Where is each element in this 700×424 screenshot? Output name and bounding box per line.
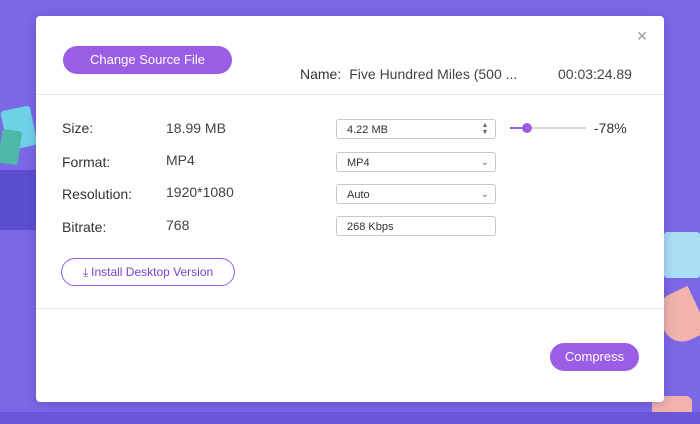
format-target-value: MP4 [347,157,370,169]
compression-slider[interactable] [510,123,586,133]
close-icon[interactable]: × [634,27,650,45]
slider-thumb[interactable] [522,123,532,133]
divider-bottom [36,308,664,309]
resolution-label: Resolution: [62,186,133,202]
bitrate-original-value: 768 [166,217,190,233]
size-stepper[interactable]: 4.22 MB ▲ ▼ [336,119,496,139]
background-block-right [664,232,700,278]
name-label: Name: [300,66,342,82]
size-label: Size: [62,120,94,136]
size-target-value: 4.22 MB [347,124,388,136]
file-decoration [0,128,23,166]
background-floor [0,412,700,424]
compress-button[interactable]: Compress [550,343,639,371]
chevron-down-icon: ⌄ [480,189,489,200]
resolution-original-value: 1920*1080 [166,184,234,200]
bitrate-target-value: 268 Kbps [347,221,394,233]
download-icon: ⤓ [82,265,89,279]
resolution-target-value: Auto [347,189,370,201]
bitrate-label: Bitrate: [62,219,107,235]
file-name-value: Five Hundred Miles (500 ... [349,66,518,82]
stepper-arrows-icon[interactable]: ▲ ▼ [481,122,489,136]
bitrate-field[interactable]: 268 Kbps [336,216,496,236]
format-original-value: MP4 [166,152,195,168]
change-source-button[interactable]: Change Source File [63,46,232,74]
resolution-select[interactable]: Auto ⌄ [336,184,496,204]
file-name-row: Name: Five Hundred Miles (500 ... [300,66,517,82]
format-label: Format: [62,154,111,170]
duration-value: 00:03:24.89 [558,66,632,82]
format-select[interactable]: MP4 ⌄ [336,152,496,172]
divider-top [36,94,664,95]
size-original-value: 18.99 MB [166,120,226,136]
background-block-left [0,170,36,230]
compress-dialog: × Change Source File Name: Five Hundred M… [36,16,664,402]
install-desktop-button[interactable]: ⤓ Install Desktop Version [61,258,235,286]
install-desktop-label: Install Desktop Version [91,265,214,279]
chevron-down-icon: ⌄ [480,157,489,168]
compression-percent: -78% [594,120,627,136]
